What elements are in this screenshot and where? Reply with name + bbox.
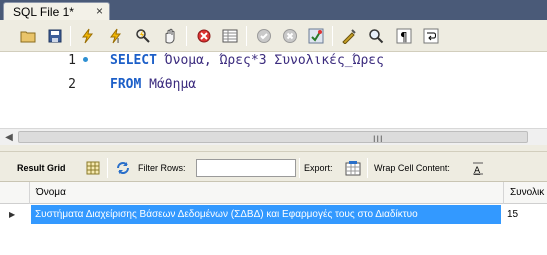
column-header[interactable]: Συνολικ <box>505 182 547 204</box>
close-tab-icon[interactable]: × <box>96 4 103 18</box>
filter-rows-input[interactable] <box>196 159 296 177</box>
stop-icon[interactable] <box>160 26 180 46</box>
sql-editor[interactable]: 1 2 SELECT Όνομα, Ώρες*3 Συνολικές_Ώρες … <box>0 52 547 125</box>
sql-editor-toolbar: I ¶ <box>0 20 547 52</box>
grid-cell[interactable]: 15 <box>503 205 547 224</box>
editor-tab-strip: SQL File 1* × <box>0 0 547 20</box>
current-row-icon: ▶ <box>9 210 16 219</box>
line-number: 2 <box>68 77 76 92</box>
code-line[interactable]: SELECT Όνομα, Ώρες*3 Συνολικές_Ώρες <box>110 53 384 68</box>
commit-icon[interactable] <box>254 26 274 46</box>
table-row[interactable]: ▶ Συστήματα Διαχείρισης Βάσεων Δεδομένων… <box>0 205 547 224</box>
sql-text: Όνομα, Ώρες*3 Συνολικές_Ώρες <box>156 53 384 68</box>
grid-corner-cell[interactable] <box>0 182 30 204</box>
wrap-lines-icon[interactable] <box>421 26 441 46</box>
wrap-cell-content-label: Wrap Cell Content: <box>374 163 450 173</box>
toggle-output-icon[interactable] <box>220 26 240 46</box>
toolbar-separator <box>246 26 247 46</box>
export-icon[interactable] <box>344 159 362 177</box>
explain-icon[interactable] <box>133 26 153 46</box>
execute-icon[interactable] <box>78 26 98 46</box>
scroll-left-icon[interactable]: ◀ <box>2 129 16 146</box>
refresh-icon[interactable] <box>114 159 132 177</box>
column-header[interactable]: Όνομα <box>31 182 504 204</box>
scrollbar-thumb[interactable] <box>18 131 528 143</box>
save-icon[interactable] <box>45 26 65 46</box>
invisible-chars-icon[interactable]: ¶ <box>394 26 414 46</box>
grid-cell[interactable]: Συστήματα Διαχείρισης Βάσεων Δεδομένων (… <box>31 205 501 224</box>
grid-view-icon[interactable] <box>84 159 102 177</box>
result-grid-label[interactable]: Result Grid <box>17 163 66 173</box>
sql-keyword: SELECT <box>110 53 157 68</box>
filter-rows-label: Filter Rows: <box>138 163 186 173</box>
wrap-cell-toggle-icon[interactable]: A <box>469 159 487 177</box>
scrollbar-grip: III <box>373 134 384 144</box>
grid-header-row: Όνομα Συνολικ <box>0 182 547 204</box>
beautify-icon[interactable] <box>339 26 359 46</box>
sql-text: Μάθημα <box>141 77 197 92</box>
sql-keyword: FROM <box>110 77 142 92</box>
toolbar-separator <box>70 26 71 46</box>
line-number-gutter: 1 2 <box>0 52 100 125</box>
tab-title: SQL File 1* <box>13 4 74 19</box>
rollback-icon[interactable] <box>280 26 300 46</box>
code-line[interactable]: FROM Μάθημα <box>110 77 196 92</box>
statement-marker-icon <box>83 57 88 62</box>
tab-sql-file-1[interactable]: SQL File 1* × <box>3 2 110 20</box>
svg-text:¶: ¶ <box>400 30 408 44</box>
toolbar-separator <box>186 26 187 46</box>
editor-horizontal-scrollbar[interactable]: ◀ <box>0 128 547 145</box>
toolbar-separator <box>367 158 368 178</box>
result-toolbar: Result Grid Filter Rows: Export: Wrap Ce… <box>0 152 547 182</box>
find-icon[interactable] <box>366 26 386 46</box>
svg-text:I: I <box>117 37 119 44</box>
toolbar-separator <box>332 26 333 46</box>
export-label: Export: <box>304 163 333 173</box>
open-folder-icon[interactable] <box>18 26 38 46</box>
toolbar-separator <box>299 158 300 178</box>
toolbar-separator <box>107 158 108 178</box>
autocommit-icon[interactable] <box>306 26 326 46</box>
line-number: 1 <box>68 53 76 68</box>
panel-splitter[interactable] <box>0 145 547 152</box>
execute-current-icon[interactable]: I <box>106 26 126 46</box>
result-grid[interactable]: Όνομα Συνολικ ▶ Συστήματα Διαχείρισης Βά… <box>0 182 547 255</box>
toggle-continue-icon[interactable] <box>194 26 214 46</box>
